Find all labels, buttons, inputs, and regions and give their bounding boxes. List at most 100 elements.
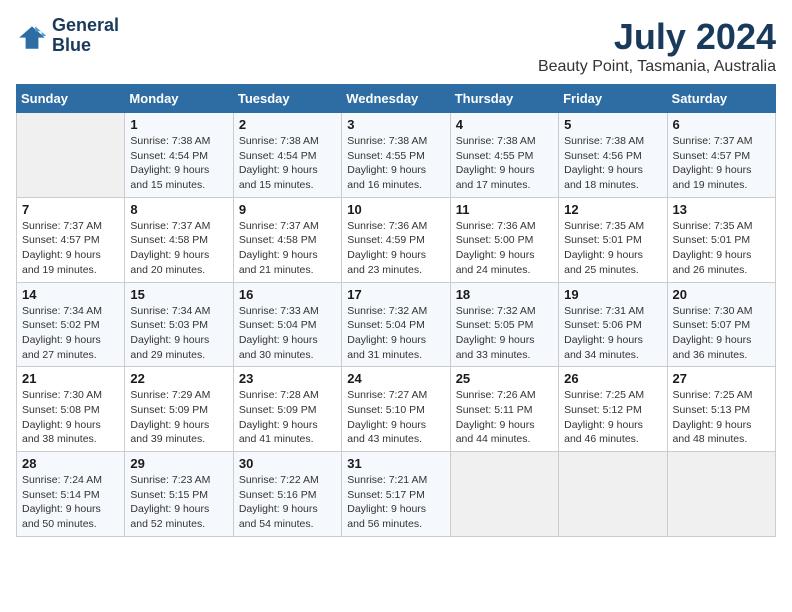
- day-detail: Sunrise: 7:32 AM Sunset: 5:05 PM Dayligh…: [456, 304, 553, 363]
- calendar-cell: 12 Sunrise: 7:35 AM Sunset: 5:01 PM Dayli…: [559, 197, 667, 282]
- day-detail: Sunrise: 7:37 AM Sunset: 4:58 PM Dayligh…: [239, 219, 336, 278]
- calendar-cell: 2Sunrise: 7:38 AM Sunset: 4:54 PM Daylig…: [233, 113, 341, 198]
- day-detail: Sunrise: 7:23 AM Sunset: 5:15 PM Dayligh…: [130, 473, 227, 532]
- header-friday: Friday: [559, 85, 667, 113]
- day-number: 11: [456, 202, 553, 217]
- day-detail: Sunrise: 7:31 AM Sunset: 5:06 PM Dayligh…: [564, 304, 661, 363]
- day-detail: Sunrise: 7:26 AM Sunset: 5:11 PM Dayligh…: [456, 388, 553, 447]
- day-detail: Sunrise: 7:32 AM Sunset: 5:04 PM Dayligh…: [347, 304, 444, 363]
- header-wednesday: Wednesday: [342, 85, 450, 113]
- day-detail: Sunrise: 7:35 AM Sunset: 5:01 PM Dayligh…: [564, 219, 661, 278]
- day-detail: Sunrise: 7:29 AM Sunset: 5:09 PM Dayligh…: [130, 388, 227, 447]
- calendar-cell: 27Sunrise: 7:25 AM Sunset: 5:13 PM Dayli…: [667, 367, 775, 452]
- calendar-cell: 4 Sunrise: 7:38 AM Sunset: 4:55 PM Daylig…: [450, 113, 558, 198]
- calendar-cell: 1 Sunrise: 7:38 AM Sunset: 4:54 PM Daylig…: [125, 113, 233, 198]
- calendar-cell: 5Sunrise: 7:38 AM Sunset: 4:56 PM Daylig…: [559, 113, 667, 198]
- day-number: 9: [239, 202, 336, 217]
- day-number: 22: [130, 371, 227, 386]
- day-detail: Sunrise: 7:34 AM Sunset: 5:02 PM Dayligh…: [22, 304, 119, 363]
- calendar-body: 1 Sunrise: 7:38 AM Sunset: 4:54 PM Daylig…: [17, 113, 776, 537]
- calendar-header: SundayMondayTuesdayWednesdayThursdayFrid…: [17, 85, 776, 113]
- header-sunday: Sunday: [17, 85, 125, 113]
- day-number: 15: [130, 287, 227, 302]
- calendar-table: SundayMondayTuesdayWednesdayThursdayFrid…: [16, 84, 776, 537]
- day-number: 10: [347, 202, 444, 217]
- day-number: 14: [22, 287, 119, 302]
- week-row-1: 1 Sunrise: 7:38 AM Sunset: 4:54 PM Daylig…: [17, 113, 776, 198]
- page-title: July 2024: [538, 16, 776, 58]
- day-number: 13: [673, 202, 770, 217]
- calendar-cell: 23Sunrise: 7:28 AM Sunset: 5:09 PM Dayli…: [233, 367, 341, 452]
- header-saturday: Saturday: [667, 85, 775, 113]
- day-number: 28: [22, 456, 119, 471]
- calendar-cell: 11 Sunrise: 7:36 AM Sunset: 5:00 PM Dayli…: [450, 197, 558, 282]
- calendar-cell: 21 Sunrise: 7:30 AM Sunset: 5:08 PM Dayli…: [17, 367, 125, 452]
- day-number: 29: [130, 456, 227, 471]
- logo-icon: [16, 20, 48, 52]
- day-number: 24: [347, 371, 444, 386]
- page-subtitle: Beauty Point, Tasmania, Australia: [538, 58, 776, 76]
- day-number: 31: [347, 456, 444, 471]
- day-detail: Sunrise: 7:38 AM Sunset: 4:56 PM Dayligh…: [564, 134, 661, 193]
- day-number: 16: [239, 287, 336, 302]
- calendar-cell: 6 Sunrise: 7:37 AM Sunset: 4:57 PM Daylig…: [667, 113, 775, 198]
- calendar-cell: [559, 452, 667, 537]
- header-thursday: Thursday: [450, 85, 558, 113]
- day-detail: Sunrise: 7:24 AM Sunset: 5:14 PM Dayligh…: [22, 473, 119, 532]
- calendar-cell: 29 Sunrise: 7:23 AM Sunset: 5:15 PM Dayli…: [125, 452, 233, 537]
- day-number: 12: [564, 202, 661, 217]
- day-number: 18: [456, 287, 553, 302]
- calendar-cell: 18 Sunrise: 7:32 AM Sunset: 5:05 PM Dayli…: [450, 282, 558, 367]
- day-number: 8: [130, 202, 227, 217]
- day-detail: Sunrise: 7:38 AM Sunset: 4:54 PM Dayligh…: [130, 134, 227, 193]
- day-number: 1: [130, 117, 227, 132]
- day-number: 19: [564, 287, 661, 302]
- calendar-cell: 31 Sunrise: 7:21 AM Sunset: 5:17 PM Dayli…: [342, 452, 450, 537]
- calendar-cell: 26Sunrise: 7:25 AM Sunset: 5:12 PM Dayli…: [559, 367, 667, 452]
- calendar-cell: 28 Sunrise: 7:24 AM Sunset: 5:14 PM Dayli…: [17, 452, 125, 537]
- header-tuesday: Tuesday: [233, 85, 341, 113]
- calendar-cell: [17, 113, 125, 198]
- day-number: 6: [673, 117, 770, 132]
- day-number: 30: [239, 456, 336, 471]
- title-section: July 2024 Beauty Point, Tasmania, Austra…: [538, 16, 776, 76]
- day-number: 27: [673, 371, 770, 386]
- day-detail: Sunrise: 7:30 AM Sunset: 5:08 PM Dayligh…: [22, 388, 119, 447]
- calendar-cell: [450, 452, 558, 537]
- day-number: 7: [22, 202, 119, 217]
- calendar-cell: 10 Sunrise: 7:36 AM Sunset: 4:59 PM Dayli…: [342, 197, 450, 282]
- calendar-cell: 24 Sunrise: 7:27 AM Sunset: 5:10 PM Dayli…: [342, 367, 450, 452]
- logo: General Blue: [16, 16, 119, 56]
- day-detail: Sunrise: 7:38 AM Sunset: 4:55 PM Dayligh…: [456, 134, 553, 193]
- day-number: 20: [673, 287, 770, 302]
- day-number: 21: [22, 371, 119, 386]
- day-detail: Sunrise: 7:30 AM Sunset: 5:07 PM Dayligh…: [673, 304, 770, 363]
- header-monday: Monday: [125, 85, 233, 113]
- day-number: 25: [456, 371, 553, 386]
- calendar-cell: 3Sunrise: 7:38 AM Sunset: 4:55 PM Daylig…: [342, 113, 450, 198]
- day-detail: Sunrise: 7:35 AM Sunset: 5:01 PM Dayligh…: [673, 219, 770, 278]
- day-number: 2: [239, 117, 336, 132]
- week-row-2: 7Sunrise: 7:37 AM Sunset: 4:57 PM Daylig…: [17, 197, 776, 282]
- calendar-cell: 25 Sunrise: 7:26 AM Sunset: 5:11 PM Dayli…: [450, 367, 558, 452]
- day-detail: Sunrise: 7:27 AM Sunset: 5:10 PM Dayligh…: [347, 388, 444, 447]
- calendar-cell: 9 Sunrise: 7:37 AM Sunset: 4:58 PM Daylig…: [233, 197, 341, 282]
- day-number: 4: [456, 117, 553, 132]
- calendar-cell: 19 Sunrise: 7:31 AM Sunset: 5:06 PM Dayli…: [559, 282, 667, 367]
- calendar-cell: [667, 452, 775, 537]
- day-detail: Sunrise: 7:36 AM Sunset: 5:00 PM Dayligh…: [456, 219, 553, 278]
- calendar-cell: 13 Sunrise: 7:35 AM Sunset: 5:01 PM Dayli…: [667, 197, 775, 282]
- day-number: 26: [564, 371, 661, 386]
- calendar-cell: 16Sunrise: 7:33 AM Sunset: 5:04 PM Dayli…: [233, 282, 341, 367]
- day-detail: Sunrise: 7:21 AM Sunset: 5:17 PM Dayligh…: [347, 473, 444, 532]
- week-row-5: 28 Sunrise: 7:24 AM Sunset: 5:14 PM Dayli…: [17, 452, 776, 537]
- calendar-cell: 30 Sunrise: 7:22 AM Sunset: 5:16 PM Dayli…: [233, 452, 341, 537]
- day-detail: Sunrise: 7:37 AM Sunset: 4:57 PM Dayligh…: [673, 134, 770, 193]
- day-detail: Sunrise: 7:38 AM Sunset: 4:55 PM Dayligh…: [347, 134, 444, 193]
- calendar-cell: 8Sunrise: 7:37 AM Sunset: 4:58 PM Daylig…: [125, 197, 233, 282]
- calendar-cell: 20 Sunrise: 7:30 AM Sunset: 5:07 PM Dayli…: [667, 282, 775, 367]
- week-row-3: 14 Sunrise: 7:34 AM Sunset: 5:02 PM Dayli…: [17, 282, 776, 367]
- day-detail: Sunrise: 7:22 AM Sunset: 5:16 PM Dayligh…: [239, 473, 336, 532]
- page-header: General Blue July 2024 Beauty Point, Tas…: [16, 16, 776, 76]
- day-detail: Sunrise: 7:36 AM Sunset: 4:59 PM Dayligh…: [347, 219, 444, 278]
